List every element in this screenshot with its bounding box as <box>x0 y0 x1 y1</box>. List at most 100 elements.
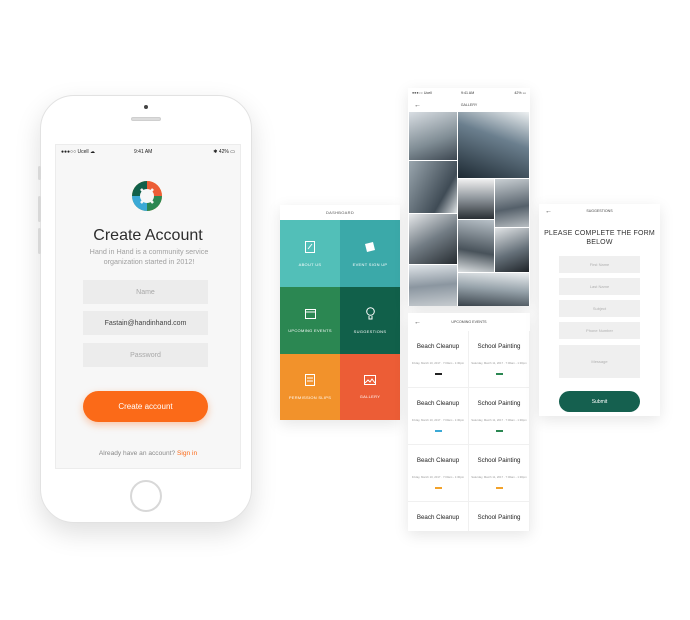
event-date: Friday, March 10, 2017 · 7:00am - 1:30pm <box>411 361 465 365</box>
tile-label: ABOUT US <box>298 261 322 267</box>
gallery-header: ← GALLERY <box>408 100 530 110</box>
events-header: ← UPCOMING EVENTS <box>408 313 530 331</box>
event-name: School Painting <box>477 457 521 464</box>
event-color-bar <box>435 430 442 432</box>
suggestions-title: SUGGESTIONS <box>586 209 613 213</box>
back-arrow-icon[interactable]: ← <box>414 102 421 109</box>
gallery-photo[interactable] <box>495 179 529 227</box>
subject-field[interactable]: Subject <box>559 300 640 317</box>
page-subtitle: Hand in Hand is a community service orga… <box>89 247 209 266</box>
event-color-bar <box>435 487 442 489</box>
image-icon <box>364 375 376 385</box>
name-field[interactable]: Name <box>83 280 208 304</box>
event-color-bar <box>496 487 503 489</box>
signin-prompt: Already have an account? Sign in <box>56 450 240 457</box>
tile-permission-slips[interactable]: PERMISSION SLIPS <box>280 354 340 420</box>
battery-indicator: ✱ 42% ▭ <box>213 149 235 155</box>
gallery-photo[interactable] <box>458 112 529 178</box>
gallery-photo[interactable] <box>458 220 494 272</box>
event-date: Saturday, March 11, 2017 · 7:00am - 1:30… <box>471 475 527 479</box>
event-name: School Painting <box>477 400 521 407</box>
events-title: UPCOMING EVENTS <box>451 320 487 324</box>
mute-switch <box>38 166 41 180</box>
gallery-photo[interactable] <box>409 161 457 213</box>
dashboard-tiles: ABOUT US EVENT SIGN UP UPCOMING EVENTS S… <box>280 220 400 420</box>
volume-up-button <box>38 196 41 222</box>
event-name: Beach Cleanup <box>416 457 460 464</box>
first-name-field[interactable]: First Name <box>559 256 640 273</box>
tile-label: SUGGESTIONS <box>353 329 387 334</box>
gallery-photo[interactable] <box>458 179 494 219</box>
clock: 9:41 AM <box>134 149 153 155</box>
gallery-photo[interactable] <box>409 112 457 160</box>
gallery-photo[interactable] <box>409 214 457 264</box>
page-title: Create Account <box>93 227 203 244</box>
event-card[interactable]: Beach Cleanup Friday, March 10, 2017 · 7… <box>408 445 469 502</box>
dashboard-title: DASHBOARD <box>325 210 355 215</box>
events-grid: Beach Cleanup Friday, March 10, 2017 · 7… <box>408 331 530 531</box>
event-card[interactable]: School Painting Saturday, March 11, 2017… <box>469 331 530 388</box>
gallery-photo[interactable] <box>495 228 529 272</box>
event-date: Friday, March 10, 2017 · 7:00am - 1:30pm <box>411 475 465 479</box>
tile-upcoming-events[interactable]: UPCOMING EVENTS <box>280 287 340 354</box>
clock: 9:41 AM <box>461 91 475 95</box>
suggestions-card: ← SUGGESTIONS PLEASE COMPLETE THE FORM B… <box>539 204 660 416</box>
ticket-icon <box>365 241 375 252</box>
tile-label: EVENT SIGN UP <box>352 261 388 267</box>
battery-indicator: 42% ▭ <box>514 91 526 95</box>
event-name: Beach Cleanup <box>416 514 460 521</box>
gallery-card: ●●●○○ Ucell 9:41 AM 42% ▭ ← GALLERY <box>408 88 530 306</box>
message-field[interactable]: Message <box>559 345 640 378</box>
front-camera <box>144 105 148 109</box>
home-button[interactable] <box>130 480 162 512</box>
event-card[interactable]: School Painting Saturday, March 11, 2017… <box>469 388 530 445</box>
lightbulb-icon <box>365 307 375 320</box>
tile-label: UPCOMING EVENTS <box>288 328 332 333</box>
volume-down-button <box>38 228 41 254</box>
hand-in-hand-logo-icon <box>132 181 162 211</box>
tile-gallery[interactable]: GALLERY <box>340 354 400 420</box>
event-card[interactable]: Beach Cleanup Friday, March 10, 2017 · 7… <box>408 331 469 388</box>
event-name: School Painting <box>477 343 521 350</box>
event-color-bar <box>496 430 503 432</box>
event-date: Saturday, March 11, 2017 · 7:00am - 1:30… <box>471 418 527 422</box>
event-card[interactable]: School Painting Saturday, March 11, 2017… <box>469 445 530 502</box>
earpiece-speaker <box>131 117 161 121</box>
gallery-title: GALLERY <box>460 103 478 107</box>
event-name: School Painting <box>477 514 521 521</box>
carrier-label: ●●●○○ Ucell <box>412 91 432 95</box>
status-bar: ●●●○○ Ucell ☁ 9:41 AM ✱ 42% ▭ <box>56 145 240 157</box>
status-bar: ●●●○○ Ucell 9:41 AM 42% ▭ <box>408 91 530 97</box>
password-field[interactable]: Password <box>83 343 208 367</box>
back-arrow-icon[interactable]: ← <box>545 208 552 215</box>
form-heading: PLEASE COMPLETE THE FORM BELOW <box>544 230 655 246</box>
gallery-photo[interactable] <box>409 265 457 306</box>
gallery-photo[interactable] <box>458 273 529 306</box>
photo-grid <box>409 112 529 306</box>
tile-label: GALLERY <box>359 394 381 399</box>
document-icon <box>305 240 315 253</box>
tile-suggestions[interactable]: SUGGESTIONS <box>340 287 400 354</box>
dashboard-card: DASHBOARD ABOUT US EVENT SIGN UP UPCOMIN… <box>280 205 400 420</box>
last-name-field[interactable]: Last Name <box>559 278 640 295</box>
event-date: Friday, March 10, 2017 · 7:00am - 1:30pm <box>411 418 465 422</box>
event-card[interactable]: Beach Cleanup <box>408 502 469 531</box>
back-arrow-icon[interactable]: ← <box>414 319 421 326</box>
event-date: Saturday, March 11, 2017 · 7:00am - 1:30… <box>471 361 527 365</box>
suggestions-header: ← SUGGESTIONS <box>539 204 660 218</box>
calendar-icon <box>304 309 316 319</box>
event-card[interactable]: School Painting <box>469 502 530 531</box>
submit-button[interactable]: Submit <box>559 391 640 412</box>
carrier-label: ●●●○○ Ucell ☁ <box>61 149 95 155</box>
tile-event-sign-up[interactable]: EVENT SIGN UP <box>340 220 400 287</box>
create-account-button[interactable]: Create account <box>83 391 208 422</box>
slip-icon <box>305 374 315 386</box>
signin-prompt-text: Already have an account? <box>98 450 176 457</box>
tile-about-us[interactable]: ABOUT US <box>280 220 340 287</box>
create-account-screen: ●●●○○ Ucell ☁ 9:41 AM ✱ 42% ▭ Create Acc… <box>55 144 241 469</box>
event-name: Beach Cleanup <box>416 400 460 407</box>
phone-number-field[interactable]: Phone Number <box>559 322 640 339</box>
event-card[interactable]: Beach Cleanup Friday, March 10, 2017 · 7… <box>408 388 469 445</box>
signin-link[interactable]: Sign in <box>177 450 197 457</box>
email-field[interactable]: Fastain@handinhand.com <box>83 311 208 335</box>
